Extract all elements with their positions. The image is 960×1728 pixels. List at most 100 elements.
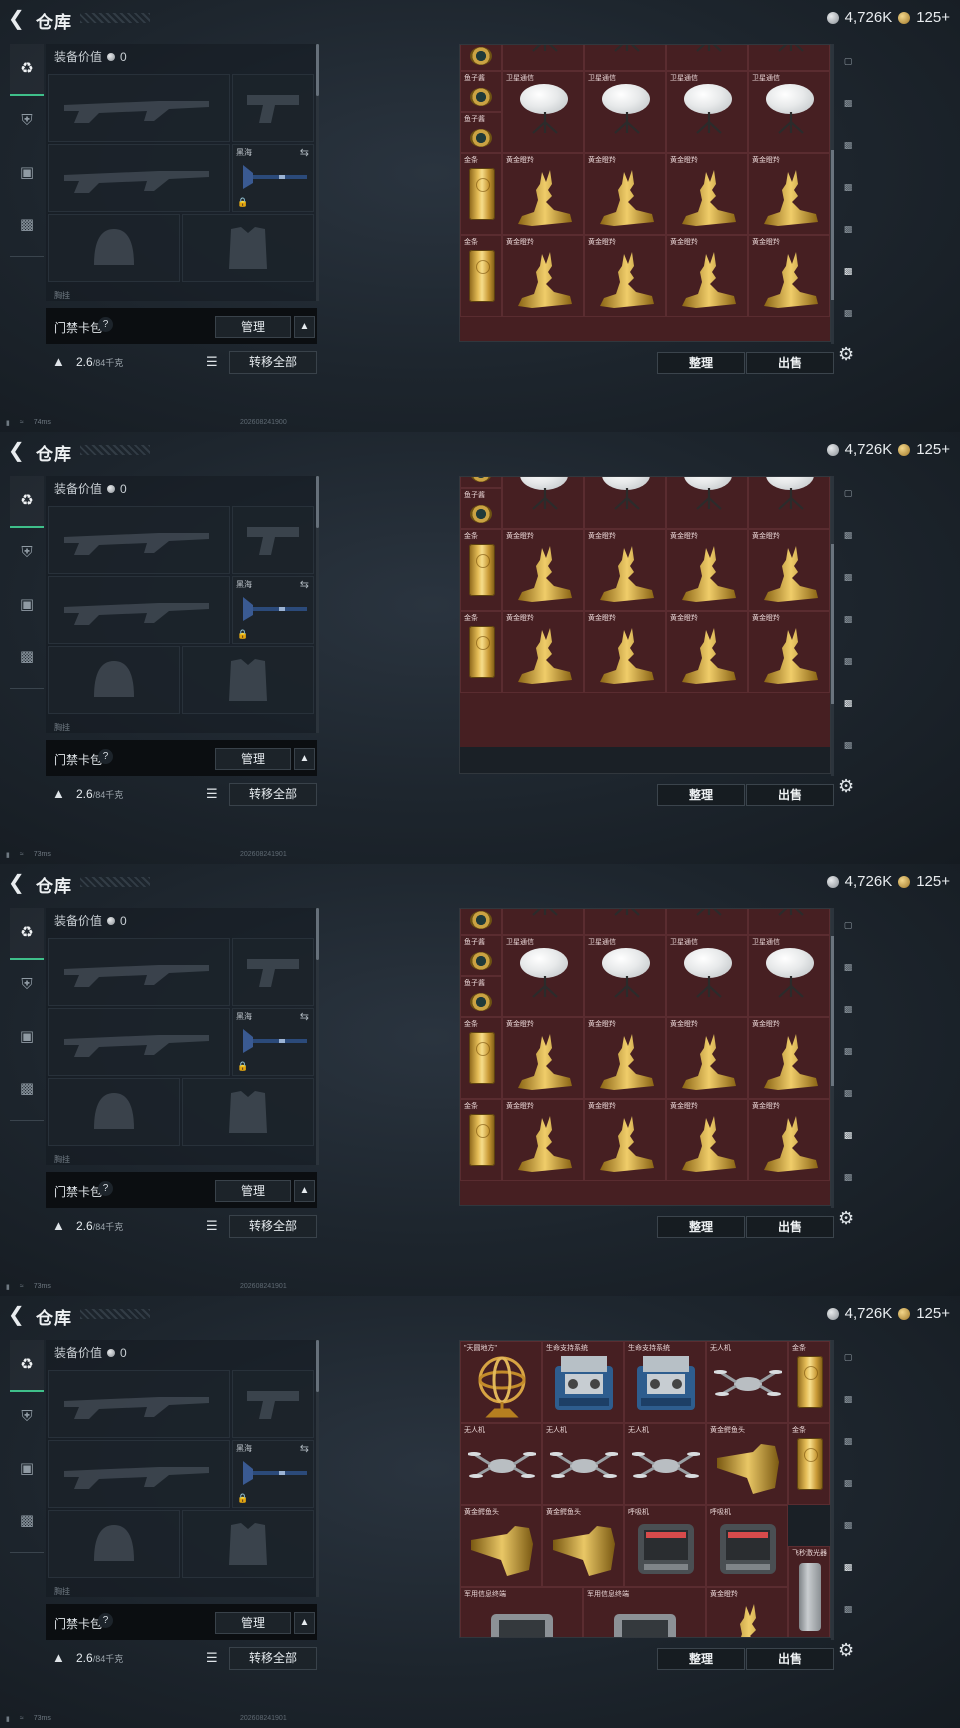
melee-slot[interactable]: 黑海 ⇆ 🔒	[232, 1008, 314, 1076]
gazelle-cell[interactable]: 黄金瞪羚	[502, 611, 584, 693]
sort-button[interactable]: 整理	[657, 352, 745, 374]
gazelle-cell[interactable]: 黄金瞪羚	[748, 611, 830, 693]
loadout-scrollbar[interactable]	[316, 476, 319, 528]
gold-bar-cell[interactable]: 金条	[460, 611, 502, 693]
satellite-cell[interactable]: 卫星通信	[584, 45, 666, 71]
tool-tab-3-icon[interactable]: ▩	[836, 614, 860, 636]
tool-tab-2-icon[interactable]: ▩	[836, 1436, 860, 1458]
helmet-slot[interactable]	[48, 1078, 180, 1146]
compass-cell[interactable]: 鱼子酱	[460, 45, 502, 71]
compass-cell[interactable]: 鱼子酱	[460, 112, 502, 153]
secondary-weapon-slot[interactable]	[48, 1008, 230, 1076]
tab-weapons[interactable]: ♻	[10, 44, 44, 96]
drone-cell[interactable]: 无人机	[542, 1423, 624, 1505]
gold-bar-cell[interactable]: 金条	[788, 1341, 830, 1423]
gold-bar-cell[interactable]: 金条	[460, 1099, 502, 1181]
manage-button[interactable]: 管理	[215, 1612, 291, 1634]
gazelle-cell[interactable]: 黄金瞪羚	[748, 153, 830, 235]
tool-tab-2-icon[interactable]: ▩	[836, 1004, 860, 1026]
compass-cell[interactable]: 鱼子酱	[460, 71, 502, 112]
golden-croc-cell[interactable]: 黄金鳄鱼头	[460, 1505, 542, 1587]
gazelle-cell[interactable]: 黄金瞪羚	[748, 1017, 830, 1099]
gold-bar-cell[interactable]: 金条	[460, 153, 502, 235]
tab-weapons[interactable]: ♻	[10, 908, 44, 960]
transfer-all-button[interactable]: 转移全部	[229, 783, 317, 806]
back-arrow-icon[interactable]: ❮	[8, 1304, 30, 1326]
tab-weapons[interactable]: ♻	[10, 1340, 44, 1392]
pistol-slot[interactable]	[232, 938, 314, 1006]
tab-armor[interactable]: ⛨	[10, 960, 44, 1010]
stash-grid[interactable]: 鱼子酱鱼子酱卫星通信卫星通信卫星通信卫星通信鱼子酱鱼子酱卫星通信卫星通信卫星通信…	[459, 44, 831, 342]
compass-cell[interactable]: 鱼子酱	[460, 976, 502, 1017]
tab-rig[interactable]: ▣	[10, 148, 44, 198]
tool-tab-6-icon[interactable]: ▩	[836, 1604, 860, 1626]
swap-icon[interactable]: ⇆	[300, 1442, 309, 1455]
tool-tab-1-icon[interactable]: ▩	[836, 1394, 860, 1416]
gazelle-cell[interactable]: 黄金瞪羚	[584, 1017, 666, 1099]
manage-button[interactable]: 管理	[215, 316, 291, 338]
armor-slot[interactable]	[182, 214, 314, 282]
tool-stash-icon[interactable]: ▢	[836, 56, 860, 78]
stash-grid[interactable]: 鱼子酱鱼子酱卫星通信卫星通信卫星通信卫星通信鱼子酱鱼子酱卫星通信卫星通信卫星通信…	[459, 908, 831, 1206]
gold-amount[interactable]: 125+	[916, 9, 950, 26]
military-terminal-cell[interactable]: 军用信息终端	[583, 1587, 706, 1637]
satellite-cell[interactable]: 卫星通信	[584, 935, 666, 1017]
gazelle-cell[interactable]: 黄金瞪羚	[502, 235, 584, 317]
tool-tab-4-icon[interactable]: ▩	[836, 656, 860, 678]
back-arrow-icon[interactable]: ❮	[8, 872, 30, 894]
list-icon[interactable]: ☰	[206, 1218, 218, 1234]
settings-gear-icon[interactable]: ⚙	[838, 1640, 854, 1661]
tool-stash-icon[interactable]: ▢	[836, 920, 860, 942]
swap-icon[interactable]: ⇆	[300, 578, 309, 591]
tool-stash-icon[interactable]: ▢	[836, 1352, 860, 1374]
golden-croc-cell[interactable]: 黄金鳄鱼头	[542, 1505, 624, 1587]
tool-tab-4-icon[interactable]: ▩	[836, 224, 860, 246]
help-button[interactable]: ?	[98, 317, 113, 332]
military-terminal-cell[interactable]: 军用信息终端	[460, 1587, 583, 1637]
loadout-scrollbar[interactable]	[316, 908, 319, 960]
gazelle-cell[interactable]: 黄金瞪羚	[666, 153, 748, 235]
tool-tab-2-icon[interactable]: ▩	[836, 572, 860, 594]
satellite-cell[interactable]: 卫星通信	[666, 909, 748, 935]
pistol-slot[interactable]	[232, 1370, 314, 1438]
gold-amount[interactable]: 125+	[916, 873, 950, 890]
satellite-cell[interactable]: 卫星通信	[502, 935, 584, 1017]
sort-button[interactable]: 整理	[657, 1648, 745, 1670]
satellite-cell[interactable]: 卫星通信	[502, 477, 584, 529]
settings-gear-icon[interactable]: ⚙	[838, 344, 854, 365]
tool-tab-4-icon[interactable]: ▩	[836, 1520, 860, 1542]
loadout-scrollbar[interactable]	[316, 1340, 319, 1392]
collapse-button[interactable]: ▲	[294, 1180, 315, 1202]
gazelle-cell[interactable]: 黄金瞪羚	[748, 235, 830, 317]
tab-bag[interactable]: ▩	[10, 1064, 44, 1114]
drone-cell[interactable]: 无人机	[706, 1341, 788, 1423]
gazelle-cell[interactable]: 黄金瞪羚	[502, 1017, 584, 1099]
satellite-cell[interactable]: 卫星通信	[666, 45, 748, 71]
satellite-cell[interactable]: 卫星通信	[502, 45, 584, 71]
tool-tab-3-icon[interactable]: ▩	[836, 182, 860, 204]
gazelle-cell[interactable]: 黄金瞪羚	[666, 529, 748, 611]
tool-stash-icon[interactable]: ▢	[836, 488, 860, 510]
settings-gear-icon[interactable]: ⚙	[838, 776, 854, 797]
collapse-button[interactable]: ▲	[294, 1612, 315, 1634]
tool-tab-1-icon[interactable]: ▩	[836, 962, 860, 984]
gazelle-cell[interactable]: 黄金瞪羚	[584, 529, 666, 611]
manage-button[interactable]: 管理	[215, 748, 291, 770]
tab-weapons[interactable]: ♻	[10, 476, 44, 528]
satellite-cell[interactable]: 卫星通信	[584, 71, 666, 153]
satellite-cell[interactable]: 卫星通信	[502, 909, 584, 935]
satellite-cell[interactable]: 卫星通信	[748, 909, 830, 935]
stash-scroll-track[interactable]	[831, 1340, 834, 1640]
swap-icon[interactable]: ⇆	[300, 1010, 309, 1023]
melee-slot[interactable]: 黑海 ⇆ 🔒	[232, 1440, 314, 1508]
gazelle-cell[interactable]: 黄金瞪羚	[748, 1099, 830, 1181]
stash-scrollbar[interactable]	[831, 544, 834, 704]
drone-cell[interactable]: 无人机	[624, 1423, 706, 1505]
primary-weapon-slot[interactable]	[48, 938, 230, 1006]
satellite-cell[interactable]: 卫星通信	[748, 935, 830, 1017]
tab-rig[interactable]: ▣	[10, 580, 44, 630]
help-button[interactable]: ?	[98, 1181, 113, 1196]
help-button[interactable]: ?	[98, 749, 113, 764]
gazelle-cell[interactable]: 黄金瞪羚	[584, 1099, 666, 1181]
secondary-weapon-slot[interactable]	[48, 144, 230, 212]
